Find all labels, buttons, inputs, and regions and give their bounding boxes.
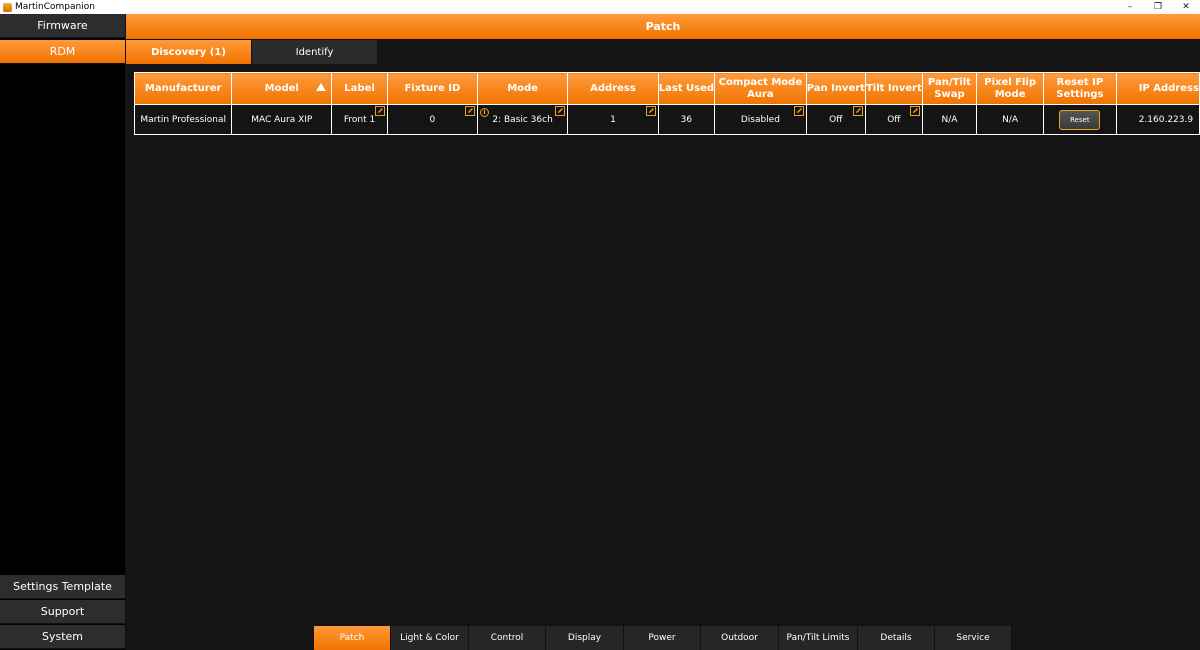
cell-value: 1: [610, 114, 616, 125]
cell-manufacturer: Martin Professional: [134, 104, 233, 135]
subtab-bar: Discovery (1) Identify: [126, 40, 378, 64]
sidebar-item-settings-template[interactable]: Settings Template: [0, 575, 125, 599]
cell-value: 0: [429, 114, 436, 125]
header-label: Compact Mode Aura: [718, 76, 803, 100]
column-header-ip-address[interactable]: IP Address: [1115, 72, 1200, 105]
column-header-compact-mode[interactable]: Compact Mode Aura: [714, 72, 807, 105]
window-titlebar: MartinCompanion – ❐ ✕: [0, 0, 1200, 14]
column-header-mode[interactable]: Mode: [476, 72, 569, 105]
table-row[interactable]: Martin Professional MAC Aura XIP Front 1…: [134, 104, 1200, 135]
cell-compact-mode[interactable]: Disabled: [714, 104, 807, 135]
column-header-fixture-id[interactable]: Fixture ID: [386, 72, 478, 105]
tab-control[interactable]: Control: [469, 626, 546, 650]
edit-pencil-icon[interactable]: [793, 106, 804, 116]
header-label: Label: [344, 82, 375, 94]
edit-pencil-icon[interactable]: [464, 106, 475, 116]
cell-label[interactable]: Front 1: [331, 104, 388, 135]
column-header-tilt-invert[interactable]: Tilt Invert: [864, 72, 923, 105]
header-label: Pan Invert: [806, 82, 865, 94]
column-header-reset-ip[interactable]: Reset IP Settings: [1043, 72, 1117, 105]
tab-pan-tilt-limits[interactable]: Pan/Tilt Limits: [779, 626, 858, 650]
header-label: Address: [590, 82, 636, 94]
tab-service[interactable]: Service: [935, 626, 1012, 650]
cell-reset-ip: Reset: [1043, 104, 1117, 135]
header-label: Model: [264, 82, 299, 94]
header-label: Mode: [507, 82, 538, 94]
window-controls: – ❐ ✕: [1116, 0, 1200, 14]
tab-power[interactable]: Power: [624, 626, 701, 650]
page-title: Patch: [126, 14, 1200, 39]
window-title: MartinCompanion: [15, 2, 95, 12]
tab-details[interactable]: Details: [858, 626, 935, 650]
edit-pencil-icon[interactable]: [909, 106, 920, 116]
header-label: Reset IP Settings: [1056, 76, 1104, 100]
tab-light-color[interactable]: Light & Color: [391, 626, 469, 650]
header-label: Pan/Tilt Swap: [927, 76, 971, 100]
sidebar-item-support[interactable]: Support: [0, 600, 125, 624]
header-label: Tilt Invert: [865, 82, 922, 94]
cell-value: Front 1: [343, 114, 376, 125]
close-icon[interactable]: ✕: [1172, 0, 1200, 14]
table-header-row: Manufacturer Model Label Fixture ID Mode…: [134, 72, 1200, 105]
tab-discovery[interactable]: Discovery (1): [126, 40, 251, 64]
cell-mode[interactable]: i 2: Basic 36ch: [476, 104, 569, 135]
info-icon[interactable]: i: [479, 108, 489, 117]
cell-pan-invert[interactable]: Off: [805, 104, 866, 135]
fixture-table-container: Manufacturer Model Label Fixture ID Mode…: [134, 72, 1200, 137]
cell-value: Disabled: [740, 114, 780, 125]
tab-identify[interactable]: Identify: [252, 40, 377, 64]
sidebar-item-firmware[interactable]: Firmware: [0, 14, 125, 38]
column-header-manufacturer[interactable]: Manufacturer: [134, 72, 233, 105]
bottom-tab-bar: Patch Light & Color Control Display Powe…: [314, 626, 1012, 650]
column-header-pan-invert[interactable]: Pan Invert: [805, 72, 866, 105]
cell-address[interactable]: 1: [567, 104, 659, 135]
app-icon: [3, 2, 12, 12]
column-header-label[interactable]: Label: [331, 72, 388, 105]
header-label: Fixture ID: [404, 82, 461, 94]
sort-ascending-icon: [316, 83, 327, 91]
cell-pan-tilt-swap: N/A: [921, 104, 978, 135]
tab-display[interactable]: Display: [546, 626, 624, 650]
cell-last-used: 36: [657, 104, 716, 135]
cell-model: MAC Aura XIP: [231, 104, 333, 135]
column-header-pixel-flip-mode[interactable]: Pixel Flip Mode: [976, 72, 1045, 105]
column-header-pan-tilt-swap[interactable]: Pan/Tilt Swap: [921, 72, 978, 105]
minimize-icon[interactable]: –: [1116, 0, 1144, 14]
edit-pencil-icon[interactable]: [374, 106, 385, 116]
cell-value: Off: [887, 114, 901, 125]
cell-value: Off: [829, 114, 843, 125]
sidebar-item-rdm[interactable]: RDM: [0, 40, 125, 64]
maximize-icon[interactable]: ❐: [1144, 0, 1172, 14]
edit-pencil-icon[interactable]: [555, 106, 566, 116]
header-label: Pixel Flip Mode: [984, 76, 1036, 100]
column-header-model[interactable]: Model: [231, 72, 333, 105]
cell-ip-address: 2.160.223.9: [1115, 104, 1200, 135]
edit-pencil-icon[interactable]: [645, 106, 656, 116]
cell-fixture-id[interactable]: 0: [386, 104, 478, 135]
sidebar-item-system[interactable]: System: [0, 625, 125, 649]
fixture-table: Manufacturer Model Label Fixture ID Mode…: [134, 72, 1200, 135]
header-label: IP Address: [1138, 82, 1199, 94]
cell-value: 2: Basic 36ch: [492, 114, 553, 125]
header-label: Last Used: [658, 82, 715, 94]
edit-pencil-icon[interactable]: [852, 106, 863, 116]
sidebar: Firmware RDM Settings Template Support S…: [0, 14, 125, 650]
reset-ip-button[interactable]: Reset: [1059, 109, 1101, 130]
column-header-last-used[interactable]: Last Used: [657, 72, 716, 105]
tab-outdoor[interactable]: Outdoor: [701, 626, 779, 650]
cell-pixel-flip: N/A: [976, 104, 1045, 135]
column-header-address[interactable]: Address: [567, 72, 659, 105]
header-label: Manufacturer: [144, 82, 222, 94]
cell-tilt-invert[interactable]: Off: [864, 104, 923, 135]
tab-patch[interactable]: Patch: [314, 626, 391, 650]
